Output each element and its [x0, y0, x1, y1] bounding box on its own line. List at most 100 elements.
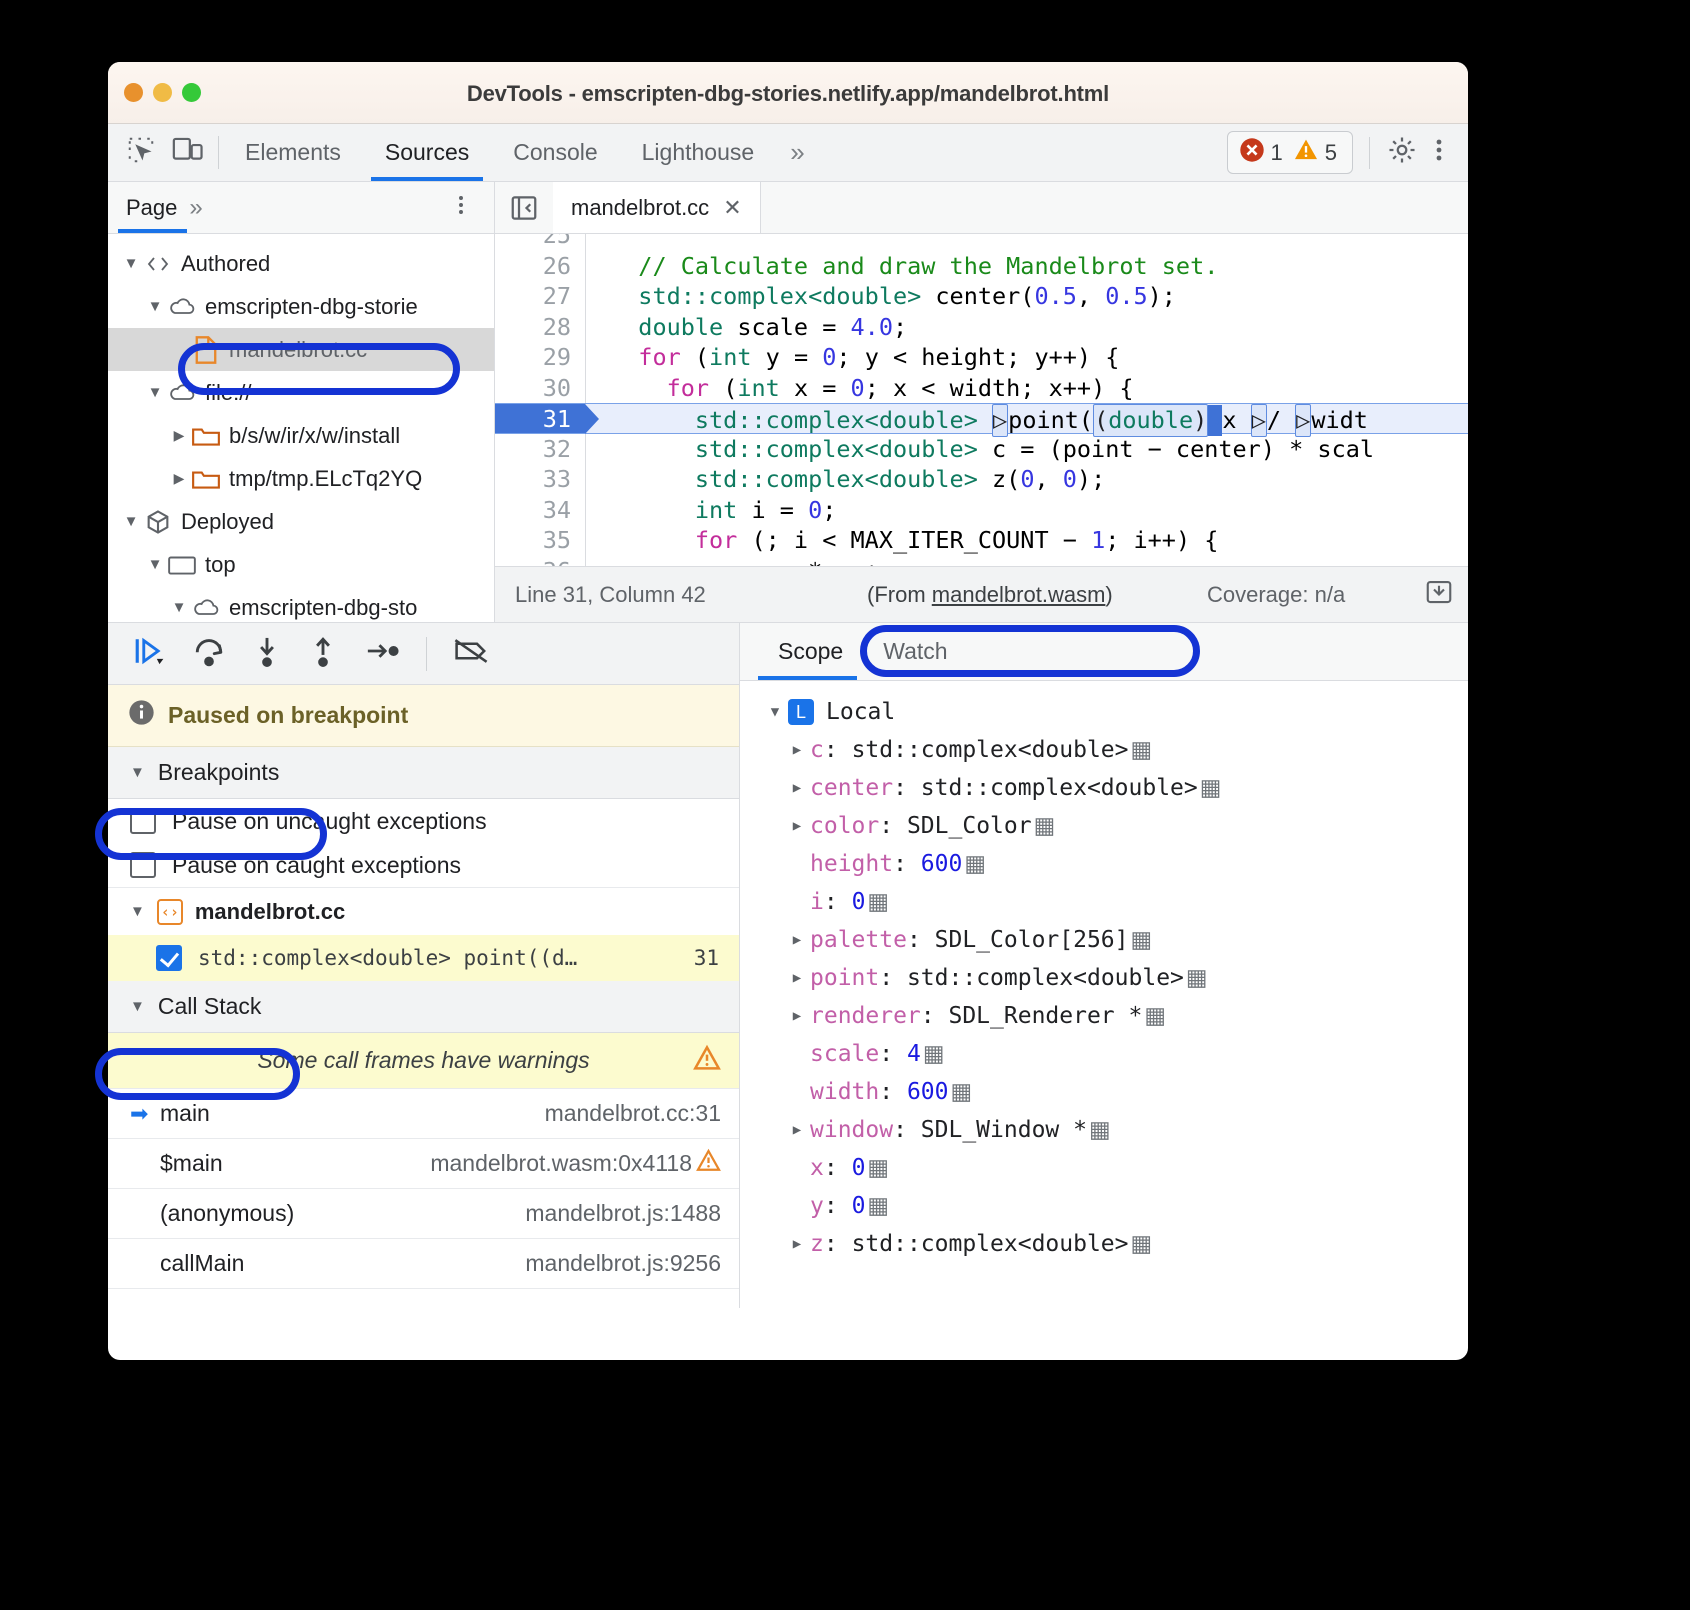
- chevron-right-icon[interactable]: ▶: [784, 970, 810, 986]
- tab-scope[interactable]: Scope: [758, 623, 863, 680]
- chevron-down-icon[interactable]: ▼: [144, 556, 166, 573]
- breakpoint-list-item[interactable]: std::complex<double> point((d… 31: [108, 935, 739, 981]
- scope-variable-row[interactable]: ▶ c: std::complex<double>▦: [740, 731, 1468, 769]
- scope-variable-row[interactable]: ▶ palette: SDL_Color[256]▦: [740, 921, 1468, 959]
- memory-inspector-icon[interactable]: ▦: [1131, 737, 1153, 763]
- chevron-right-icon[interactable]: ▶: [784, 1122, 810, 1138]
- chevron-down-icon[interactable]: ▼: [120, 255, 142, 272]
- call-stack-frame-callmain[interactable]: callMain mandelbrot.js:9256: [108, 1239, 739, 1289]
- chevron-right-icon[interactable]: ▶: [784, 1236, 810, 1252]
- memory-inspector-icon[interactable]: ▦: [1034, 813, 1056, 839]
- tree-item-mandelbrot-cc[interactable]: mandelbrot.cc: [108, 328, 494, 371]
- scope-variable-row[interactable]: ▶ renderer: SDL_Renderer *▦: [740, 997, 1468, 1035]
- navigator-kebab-menu-icon[interactable]: [450, 191, 494, 224]
- tree-item-label: mandelbrot.cc: [229, 337, 367, 363]
- pause-on-caught-exceptions-checkbox[interactable]: [130, 852, 156, 878]
- chevron-down-icon[interactable]: ▼: [168, 599, 190, 616]
- scope-variable-row[interactable]: ▶ center: std::complex<double>▦: [740, 769, 1468, 807]
- scope-variable-row[interactable]: scale: 4▦: [740, 1035, 1468, 1073]
- chevron-right-icon[interactable]: ▶: [168, 470, 190, 487]
- chevron-down-icon[interactable]: ▼: [130, 998, 145, 1015]
- more-tabs-icon[interactable]: »: [776, 124, 818, 181]
- tree-item-label: emscripten-dbg-storie: [205, 294, 418, 320]
- pause-on-uncaught-exceptions-row[interactable]: Pause on uncaught exceptions: [108, 799, 739, 843]
- chevron-right-icon[interactable]: ▶: [784, 780, 810, 796]
- chevron-right-icon[interactable]: ▶: [784, 932, 810, 948]
- scope-variable-row[interactable]: ▶ z: std::complex<double>▦: [740, 1225, 1468, 1263]
- call-stack-frame-anonymous[interactable]: (anonymous) mandelbrot.js:1488: [108, 1189, 739, 1239]
- tree-item-file-scheme[interactable]: ▼ file://: [108, 371, 494, 414]
- kebab-menu-icon[interactable]: [1426, 134, 1452, 171]
- tree-item-deployed[interactable]: ▼ Deployed: [108, 500, 494, 543]
- step-out-icon[interactable]: [308, 634, 338, 673]
- tree-item-top-frame[interactable]: ▼ top: [108, 543, 494, 586]
- breakpoint-group-header[interactable]: ▼ ‹› mandelbrot.cc: [108, 887, 739, 935]
- deactivate-breakpoints-icon[interactable]: [453, 636, 489, 671]
- chevron-down-icon[interactable]: ▼: [144, 384, 166, 401]
- tab-lighthouse[interactable]: Lighthouse: [620, 124, 777, 181]
- memory-inspector-icon[interactable]: ▦: [923, 1041, 945, 1067]
- chevron-down-icon[interactable]: ▼: [762, 704, 788, 720]
- chevron-down-icon[interactable]: ▼: [130, 764, 145, 781]
- tab-elements[interactable]: Elements: [223, 124, 363, 181]
- tab-page[interactable]: Page: [108, 182, 187, 233]
- chevron-right-icon[interactable]: ▶: [784, 818, 810, 834]
- editor-tab-mandelbrot-cc[interactable]: mandelbrot.cc ✕: [553, 182, 761, 233]
- chevron-down-icon[interactable]: ▼: [144, 298, 166, 315]
- memory-inspector-icon[interactable]: ▦: [1186, 965, 1208, 991]
- tab-console[interactable]: Console: [491, 124, 619, 181]
- memory-inspector-icon[interactable]: ▦: [1200, 775, 1222, 801]
- close-icon[interactable]: ✕: [723, 195, 741, 221]
- code-editor[interactable]: 25 26 // Calculate and draw the Mandelbr…: [495, 234, 1468, 566]
- memory-inspector-icon[interactable]: ▦: [1131, 1231, 1153, 1257]
- tree-item-emscripten-host[interactable]: ▼ emscripten-dbg-storie: [108, 285, 494, 328]
- breakpoints-section-header[interactable]: ▼ Breakpoints: [108, 747, 739, 799]
- call-stack-frame-main[interactable]: ➡ main mandelbrot.cc:31: [108, 1089, 739, 1139]
- chevron-down-icon[interactable]: ▼: [130, 903, 145, 920]
- call-stack-frame-wasm-main[interactable]: $main mandelbrot.wasm:0x4118: [108, 1139, 739, 1189]
- step-into-icon[interactable]: [252, 634, 282, 673]
- pause-on-uncaught-exceptions-checkbox[interactable]: [130, 808, 156, 834]
- chevron-right-icon[interactable]: ▶: [784, 742, 810, 758]
- step-over-icon[interactable]: [192, 634, 226, 673]
- tree-item-deployed-host[interactable]: ▼ emscripten-dbg-sto: [108, 586, 494, 622]
- pretty-print-icon[interactable]: [1424, 577, 1454, 613]
- memory-inspector-icon[interactable]: ▦: [1144, 1003, 1166, 1029]
- tree-item-tmp-folder[interactable]: ▶ tmp/tmp.ELcTq2YQ: [108, 457, 494, 500]
- gear-icon[interactable]: [1386, 134, 1418, 171]
- navigator-overflow-icon[interactable]: »: [187, 194, 202, 222]
- scope-variable-row[interactable]: ▶ color: SDL_Color▦: [740, 807, 1468, 845]
- tree-item-authored[interactable]: ▼ Authored: [108, 242, 494, 285]
- memory-inspector-icon[interactable]: ▦: [964, 851, 986, 877]
- tree-item-install-folder[interactable]: ▶ b/s/w/ir/x/w/install: [108, 414, 494, 457]
- chevron-right-icon[interactable]: ▶: [784, 1008, 810, 1024]
- issue-counters[interactable]: 1 5: [1227, 131, 1354, 174]
- inspect-element-icon[interactable]: [126, 135, 156, 170]
- breakpoint-enabled-checkbox[interactable]: [156, 945, 182, 971]
- step-icon[interactable]: [364, 636, 400, 671]
- resume-script-icon[interactable]: [132, 634, 166, 673]
- chevron-down-icon[interactable]: ▼: [120, 513, 142, 530]
- scope-variable-row[interactable]: y: 0▦: [740, 1187, 1468, 1225]
- memory-inspector-icon[interactable]: ▦: [867, 889, 889, 915]
- memory-inspector-icon[interactable]: ▦: [867, 1193, 889, 1219]
- scope-variable-row[interactable]: ▶ point: std::complex<double>▦: [740, 959, 1468, 997]
- device-toolbar-icon[interactable]: [172, 135, 204, 170]
- scope-variable-row[interactable]: x: 0▦: [740, 1149, 1468, 1187]
- pause-on-caught-exceptions-row[interactable]: Pause on caught exceptions: [108, 843, 739, 887]
- call-stack-section-header[interactable]: ▼ Call Stack: [108, 981, 739, 1033]
- tab-watch[interactable]: Watch: [863, 623, 967, 680]
- scope-variable-row[interactable]: i: 0▦: [740, 883, 1468, 921]
- memory-inspector-icon[interactable]: ▦: [867, 1155, 889, 1181]
- chevron-right-icon[interactable]: ▶: [168, 427, 190, 444]
- memory-inspector-icon[interactable]: ▦: [1131, 927, 1153, 953]
- wasm-source-link[interactable]: mandelbrot.wasm: [932, 582, 1106, 607]
- tab-sources[interactable]: Sources: [363, 124, 491, 181]
- memory-inspector-icon[interactable]: ▦: [951, 1079, 973, 1105]
- scope-variable-row[interactable]: height: 600▦: [740, 845, 1468, 883]
- show-navigator-icon[interactable]: [495, 182, 553, 233]
- scope-variable-row[interactable]: width: 600▦: [740, 1073, 1468, 1111]
- memory-inspector-icon[interactable]: ▦: [1089, 1117, 1111, 1143]
- scope-root-local[interactable]: ▼ L Local: [740, 693, 1468, 731]
- scope-variable-row[interactable]: ▶ window: SDL_Window *▦: [740, 1111, 1468, 1149]
